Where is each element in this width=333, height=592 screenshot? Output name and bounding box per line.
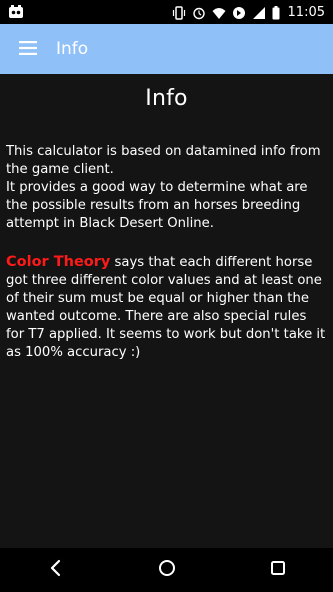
home-button[interactable] [145,548,189,592]
signal-icon [252,5,266,19]
navigation-bar [0,548,333,592]
page-heading: Info [145,86,188,111]
status-icons: 11:05 [172,0,325,24]
app-bar: Info [0,24,333,74]
menu-button[interactable] [16,37,40,61]
app-bar-title: Info [56,39,89,59]
battery-icon [272,5,280,20]
color-theory-highlight: Color Theory [6,254,111,270]
alarm-icon [192,5,206,20]
back-button[interactable] [34,548,78,592]
color-theory-paragraph: Color Theory says that each different ho… [6,253,327,362]
recents-button[interactable] [256,548,300,592]
info-paragraph-text: This calculator is based on datamined in… [6,144,321,231]
info-content: Info This calculator is based on datamin… [0,74,333,548]
hamburger-menu-icon [19,40,37,59]
home-icon [158,559,176,581]
vibrate-icon [172,5,186,20]
status-time: 11:05 [287,4,325,20]
notification-app-icon [8,4,24,20]
info-paragraph: This calculator is based on datamined in… [6,125,327,233]
wifi-icon [212,5,226,19]
back-icon [48,559,64,581]
status-bar: 11:05 [0,0,333,24]
recents-icon [270,560,286,580]
screen: 11:05 Info Info This calculator is based… [0,0,333,592]
color-theory-text: says that each different horse got three… [6,255,326,360]
data-saver-icon [232,5,246,19]
